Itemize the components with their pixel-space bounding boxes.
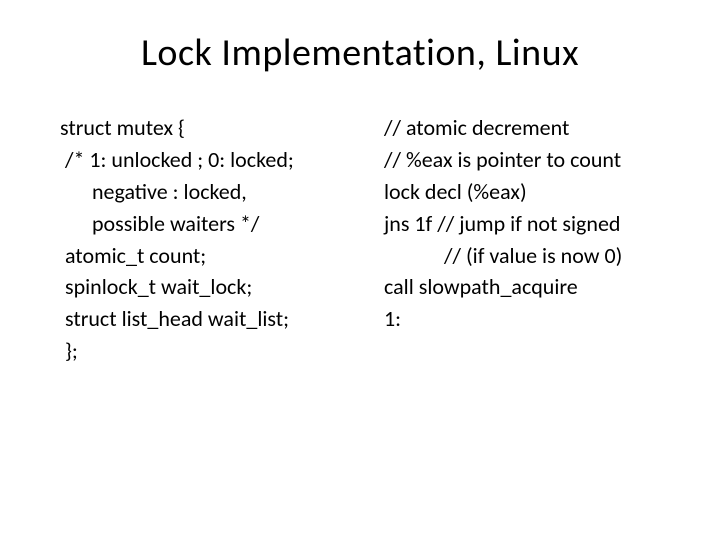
code-line: }; <box>60 335 372 367</box>
code-line: // %eax is pointer to count <box>384 144 672 176</box>
code-line: atomic_t count; <box>60 240 372 272</box>
code-line: 1: <box>384 303 672 335</box>
code-line: spinlock_t wait_lock; <box>60 271 372 303</box>
code-line: // atomic decrement <box>384 112 672 144</box>
slide-title: Lock Implementation, Linux <box>60 30 660 76</box>
code-line: possible waiters */ <box>60 208 372 240</box>
left-column: struct mutex { /* 1: unlocked ; 0: locke… <box>60 112 372 367</box>
code-line: lock decl (%eax) <box>384 176 672 208</box>
code-line: jns 1f // jump if not signed <box>384 208 672 240</box>
code-line: struct list_head wait_list; <box>60 303 372 335</box>
code-line: // (if value is now 0) <box>384 240 672 272</box>
code-line: struct mutex { <box>60 112 372 144</box>
code-line: negative : locked, <box>60 176 372 208</box>
code-line: /* 1: unlocked ; 0: locked; <box>60 144 372 176</box>
slide-content: struct mutex { /* 1: unlocked ; 0: locke… <box>60 112 660 367</box>
code-line: call slowpath_acquire <box>384 271 672 303</box>
right-column: // atomic decrement // %eax is pointer t… <box>384 112 672 367</box>
